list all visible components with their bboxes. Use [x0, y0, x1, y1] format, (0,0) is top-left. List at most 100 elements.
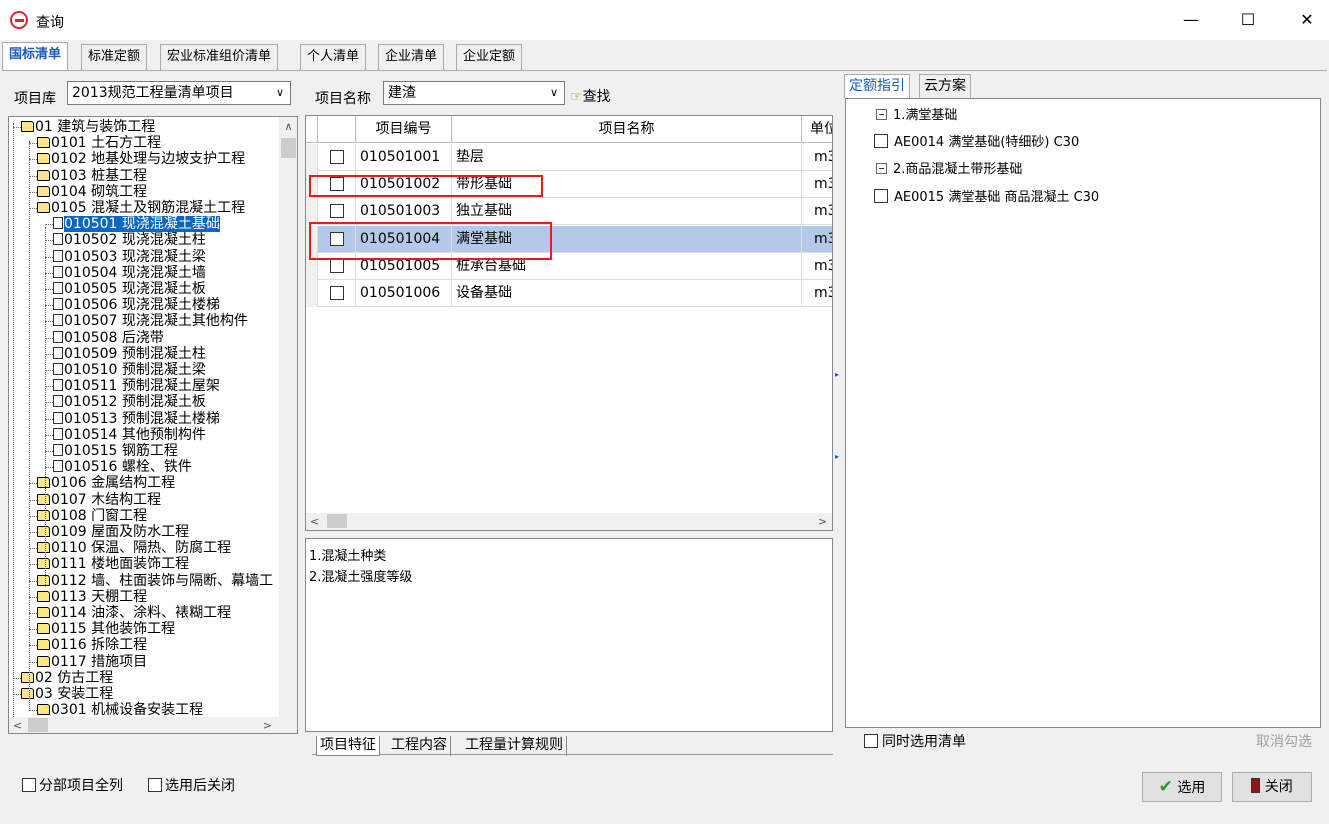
tab-calc-rules[interactable]: 工程量计算规则	[462, 736, 567, 756]
close-button[interactable]: 关闭	[1232, 772, 1312, 802]
tab-standard-quota[interactable]: 标准定额	[81, 44, 148, 70]
tab-hongye-pricing[interactable]: 宏业标准组价清单	[160, 44, 279, 70]
tree-node[interactable]: 010514 其他预制构件	[53, 427, 206, 443]
category-tree[interactable]: 01 建筑与装饰工程 0101 土石方工程 0102 地基处理与边坡支护工程 0103…	[8, 116, 298, 734]
row-checkbox[interactable]	[330, 286, 344, 300]
tree-node[interactable]: 0101 土石方工程	[37, 135, 161, 151]
door-icon	[1251, 778, 1261, 793]
tree-node[interactable]: 010515 钢筋工程	[53, 443, 178, 459]
tree-node[interactable]: 010501 现浇混凝土基础	[53, 215, 221, 234]
close-after-checkbox[interactable]	[148, 778, 162, 792]
tree-node[interactable]: 0110 保温、隔热、防腐工程	[37, 540, 231, 556]
tree-node[interactable]: 010511 预制混凝土屋架	[53, 378, 220, 394]
tree-node[interactable]: 0112 墙、柱面装饰与隔断、幕墙工	[37, 573, 273, 589]
tree-node[interactable]: 01 建筑与装饰工程	[21, 119, 155, 135]
tree-node[interactable]: 010510 预制混凝土梁	[53, 362, 206, 378]
tree-node[interactable]: 0117 措施项目	[37, 654, 147, 670]
tree-node[interactable]: 0106 金属结构工程	[37, 475, 175, 491]
minimize-button[interactable]: —	[1176, 8, 1206, 32]
document-icon	[53, 298, 63, 311]
tab-work-content[interactable]: 工程内容	[388, 736, 451, 756]
quota-item-checkbox[interactable]	[874, 189, 888, 203]
tab-item-features[interactable]: 项目特征	[316, 736, 380, 756]
all-columns-option[interactable]: 分部项目全列	[22, 778, 123, 794]
scroll-thumb[interactable]	[327, 514, 347, 528]
select-button[interactable]: ✔ 选用	[1142, 772, 1222, 802]
tree-node[interactable]: 010502 现浇混凝土柱	[53, 232, 206, 248]
scroll-right-icon[interactable]: >	[259, 719, 276, 732]
row-checkbox[interactable]	[330, 204, 344, 219]
tree-node[interactable]: 010505 现浇混凝土板	[53, 281, 206, 297]
tree-node[interactable]: 010507 现浇混凝土其他构件	[53, 313, 248, 329]
tree-node[interactable]: 010509 预制混凝土柱	[53, 346, 206, 362]
tab-enterprise-quota[interactable]: 企业定额	[456, 44, 523, 70]
collapse-icon[interactable]	[876, 163, 887, 174]
folder-icon	[37, 169, 50, 181]
tree-node[interactable]: 010513 预制混凝土楼梯	[53, 411, 220, 427]
tree-node[interactable]: 0107 木结构工程	[37, 492, 161, 508]
scroll-thumb[interactable]	[28, 718, 48, 732]
table-row[interactable]: 010501001垫层 m3	[306, 144, 832, 171]
row-checkbox[interactable]	[330, 258, 344, 273]
library-select[interactable]: 2013规范工程量清单项目 ∨	[67, 81, 291, 105]
tree-horizontal-scrollbar[interactable]: < >	[9, 717, 297, 733]
scroll-right-icon[interactable]: >	[814, 515, 831, 528]
scroll-left-icon[interactable]: <	[9, 719, 26, 732]
tree-node[interactable]: 010516 螺栓、铁件	[53, 459, 192, 475]
tree-node[interactable]: 02 仿古工程	[21, 670, 113, 686]
tree-node[interactable]: 010508 后浇带	[53, 330, 164, 346]
tree-node[interactable]: 0102 地基处理与边坡支护工程	[37, 151, 245, 167]
splitter-arrow-icon[interactable]: ▸	[835, 370, 839, 379]
tree-node[interactable]: 0103 桩基工程	[37, 168, 147, 184]
tree-node[interactable]: 0116 拆除工程	[37, 637, 147, 653]
tab-personal-list[interactable]: 个人清单	[300, 44, 367, 70]
tree-node[interactable]: 010504 现浇混凝土墙	[53, 265, 206, 281]
collapse-icon[interactable]	[876, 109, 887, 120]
tab-cloud-plan[interactable]: 云方案	[919, 74, 971, 98]
splitter-arrow-icon[interactable]: ▸	[835, 452, 839, 461]
close-window-button[interactable]: ✕	[1292, 8, 1322, 32]
quota-group[interactable]: 1.满堂基础	[876, 108, 957, 124]
all-columns-checkbox[interactable]	[22, 778, 36, 792]
tab-national-list[interactable]: 国标清单	[2, 42, 69, 70]
scroll-thumb[interactable]	[281, 138, 296, 158]
select-list-too-option[interactable]: 同时选用清单	[864, 734, 966, 750]
maximize-button[interactable]: ☐	[1233, 8, 1263, 32]
find-button[interactable]: ☞查找	[570, 86, 611, 106]
close-after-option[interactable]: 选用后关闭	[148, 778, 235, 794]
scroll-up-icon[interactable]: ∧	[280, 120, 297, 133]
tree-vertical-scrollbar[interactable]: ∧ ∨	[279, 117, 297, 730]
tree-node[interactable]: 0108 门窗工程	[37, 508, 147, 524]
tree-node[interactable]: 03 安装工程	[21, 686, 113, 702]
tree-node[interactable]: 0113 天棚工程	[37, 589, 147, 605]
select-list-too-checkbox[interactable]	[864, 734, 878, 748]
tree-node[interactable]: 0114 油漆、涂料、裱糊工程	[37, 605, 231, 621]
tree-node[interactable]: 010512 预制混凝土板	[53, 394, 206, 410]
tab-quota-guide[interactable]: 定额指引	[844, 74, 910, 98]
tree-node[interactable]: 0111 楼地面装饰工程	[37, 556, 189, 572]
table-row[interactable]: 010501006设备基础 m3	[306, 280, 832, 307]
chevron-down-icon: ∨	[275, 86, 284, 99]
row-checkbox[interactable]	[330, 150, 344, 164]
cancel-check-link[interactable]: 取消勾选	[1256, 734, 1312, 750]
tree-node[interactable]: 0105 混凝土及钢筋混凝土工程	[37, 200, 245, 216]
tree-node[interactable]: 010503 现浇混凝土梁	[53, 249, 206, 265]
tree-node[interactable]: 0109 屋面及防水工程	[37, 524, 189, 540]
search-input[interactable]: 建渣 ∨	[383, 81, 565, 105]
tree-node[interactable]: 0115 其他装饰工程	[37, 621, 175, 637]
grid-header-code[interactable]: 项目编号	[356, 116, 452, 143]
panel-splitter[interactable]: ▸ ▸	[834, 115, 842, 732]
tree-node[interactable]: 0301 机械设备安装工程	[37, 702, 203, 718]
scroll-left-icon[interactable]: <	[306, 515, 323, 528]
tab-enterprise-list[interactable]: 企业清单	[378, 44, 445, 70]
tree-node[interactable]: 0104 砌筑工程	[37, 184, 147, 200]
quota-item[interactable]: AE0014 满堂基础(特细砂) C30	[874, 134, 1079, 151]
quota-group[interactable]: 2.商品混凝土带形基础	[876, 162, 1022, 178]
grid-header-name[interactable]: 项目名称	[452, 116, 802, 143]
quota-item-checkbox[interactable]	[874, 134, 888, 148]
grid-header-unit[interactable]: 单位	[802, 116, 832, 143]
select-button-label: 选用	[1177, 780, 1206, 796]
grid-horizontal-scrollbar[interactable]: < >	[306, 513, 832, 530]
quota-item[interactable]: AE0015 满堂基础 商品混凝土 C30	[874, 189, 1099, 206]
tree-node[interactable]: 010506 现浇混凝土楼梯	[53, 297, 220, 313]
